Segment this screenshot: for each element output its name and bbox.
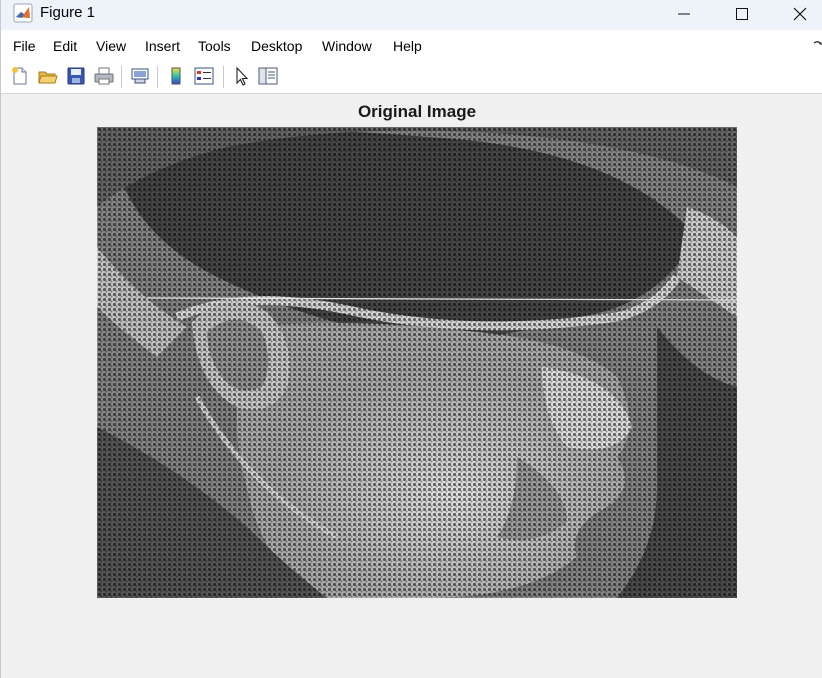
- link-plot-icon[interactable]: [129, 65, 151, 87]
- menu-tools[interactable]: Tools: [198, 38, 231, 54]
- save-icon[interactable]: [65, 65, 87, 87]
- figure-toolbar: [1, 60, 822, 94]
- menu-view[interactable]: View: [96, 38, 126, 54]
- menu-bar: File Edit View Insert Tools Desktop Wind…: [1, 30, 822, 60]
- title-bar[interactable]: Figure 1: [1, 0, 822, 30]
- close-icon: [793, 7, 807, 21]
- maximize-icon: [736, 8, 748, 20]
- menu-desktop[interactable]: Desktop: [251, 38, 302, 54]
- menu-edit[interactable]: Edit: [53, 38, 77, 54]
- toolbar-separator: [121, 66, 122, 88]
- property-inspector-icon[interactable]: [257, 65, 279, 87]
- minimize-icon: [678, 13, 690, 15]
- dock-arrow-icon[interactable]: [813, 40, 822, 50]
- toolbar-separator: [157, 66, 158, 88]
- menu-help[interactable]: Help: [393, 38, 422, 54]
- toolbar-separator: [223, 66, 224, 88]
- edit-plot-pointer-icon[interactable]: [231, 65, 253, 87]
- minimize-button[interactable]: [655, 0, 713, 28]
- new-figure-icon[interactable]: [9, 65, 31, 87]
- close-button[interactable]: [771, 0, 822, 28]
- figure-window: Figure 1 File Edit View Insert Tools Des…: [0, 0, 822, 678]
- image-display[interactable]: [97, 127, 737, 598]
- insert-colorbar-icon[interactable]: [165, 65, 187, 87]
- matlab-logo-icon: [13, 3, 33, 23]
- open-file-icon[interactable]: [37, 65, 59, 87]
- insert-legend-icon[interactable]: [193, 65, 215, 87]
- menu-insert[interactable]: Insert: [145, 38, 180, 54]
- halftone-photo: [97, 127, 737, 598]
- maximize-button[interactable]: [713, 0, 771, 28]
- print-icon[interactable]: [93, 65, 115, 87]
- menu-window[interactable]: Window: [322, 38, 372, 54]
- menu-file[interactable]: File: [13, 38, 36, 54]
- window-title: Figure 1: [40, 4, 96, 21]
- axes-title: Original Image: [357, 102, 477, 121]
